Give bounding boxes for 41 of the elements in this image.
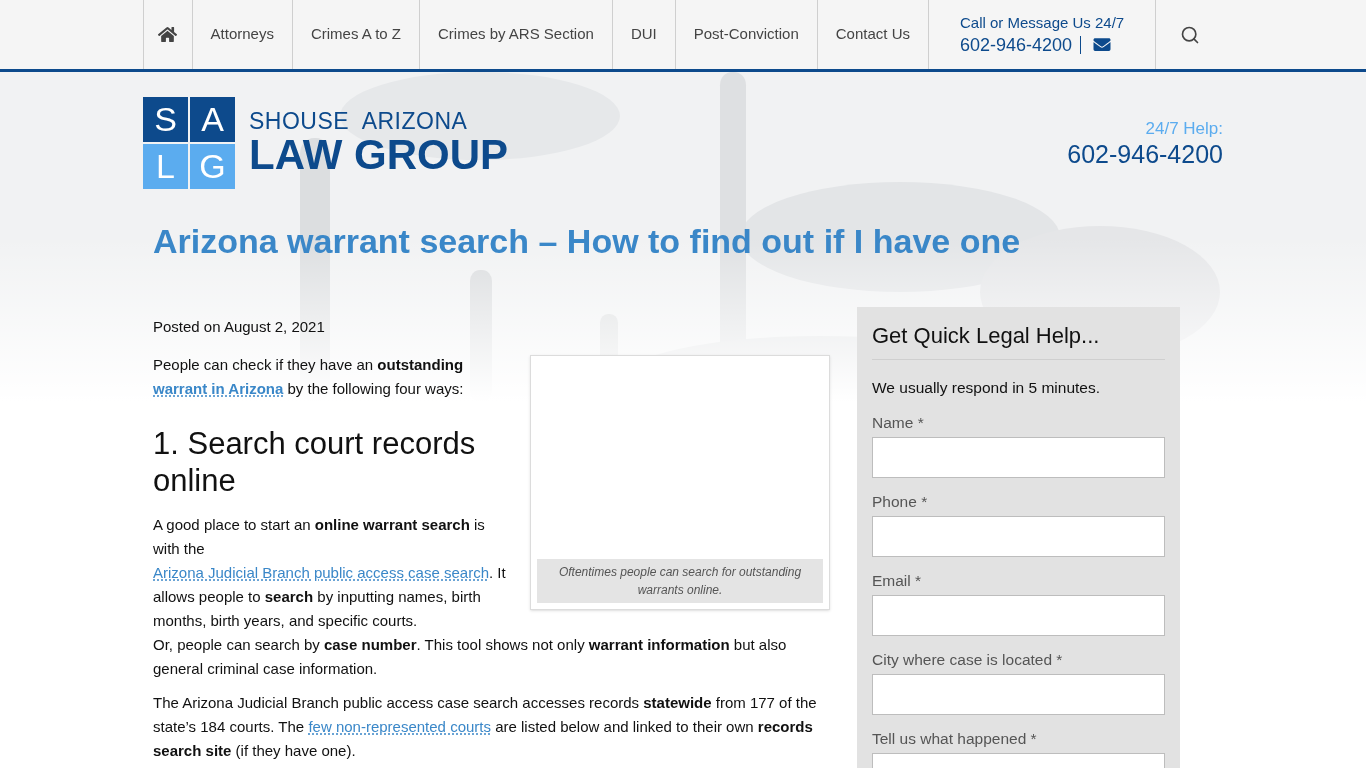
section-heading: 1. Search court records online [153, 425, 477, 499]
page-title: Arizona warrant search – How to find out if I have one [153, 221, 1022, 261]
field-label: City where case is located * [872, 650, 1064, 671]
help-label: 24/7 Help: [1145, 119, 1223, 139]
paragraph: Or, people can search by case number. This tool shows not only warrant information but also general criminal case information. [153, 635, 788, 679]
input-field[interactable] [872, 595, 1165, 637]
phone-link[interactable]: 602-946-4200 [959, 32, 1073, 57]
logo-title: LAW GROUP [249, 133, 508, 177]
paragraph: People can check if they have an outstanding warrant in Arizona by the following four ways: [153, 355, 465, 399]
field-label: Phone * [872, 492, 929, 513]
panel-title: Get Quick Legal Help... [872, 321, 1165, 360]
text-link[interactable]: warrant in Arizona [153, 380, 284, 397]
nav-link[interactable]: Attorneys [192, 0, 293, 69]
input-field[interactable] [872, 674, 1165, 716]
logo-letter: A [190, 97, 235, 142]
call-label: Call or Message Us 24/7 [959, 12, 1125, 33]
paragraph: A good place to start an online warrant search is with the Arizona Judicial Branch public access case search. It allows people to search by inputting names, birth months, birth years, and specific courts. [153, 515, 507, 631]
search-icon [1179, 24, 1200, 45]
logo-subtitle: SHOUSE ARIZONA [249, 109, 469, 133]
image-caption: Oftentimes people can search for outstanding warrants online. [537, 559, 823, 603]
help-phone[interactable]: 602-946-4200 [1067, 139, 1223, 169]
field-label: Name * [872, 413, 925, 434]
mail-icon [1092, 36, 1113, 53]
home-icon [158, 25, 178, 44]
input-field[interactable] [872, 516, 1165, 558]
text-link[interactable]: few non-represented courts [308, 718, 491, 735]
nav-link[interactable]: Contact Us [817, 0, 929, 69]
nav-link[interactable]: Crimes A to Z [292, 0, 420, 69]
field-label: Tell us what happened * [872, 729, 1038, 750]
post-date: Posted on August 2, 2021 [153, 317, 326, 337]
logo-letter: S [143, 97, 188, 142]
text-link[interactable]: Arizona Judicial Branch public access case search [153, 564, 489, 581]
nav-link[interactable]: DUI [612, 0, 676, 69]
paragraph: The Arizona Judicial Branch public access case search accesses records statewide from 177 of the state’s 184 courts. The few non-represented courts are listed below and linked to their own records search site (if they have one). [153, 693, 818, 761]
logo-letter: L [143, 144, 188, 189]
nav-link[interactable]: Post-Conviction [675, 0, 818, 69]
field-label: Email * [872, 571, 923, 592]
nav-link[interactable]: Crimes by ARS Section [420, 0, 613, 69]
panel-note: We usually respond in 5 minutes. [872, 378, 1102, 398]
input-field[interactable] [872, 437, 1165, 479]
logo-letter: G [190, 144, 235, 189]
